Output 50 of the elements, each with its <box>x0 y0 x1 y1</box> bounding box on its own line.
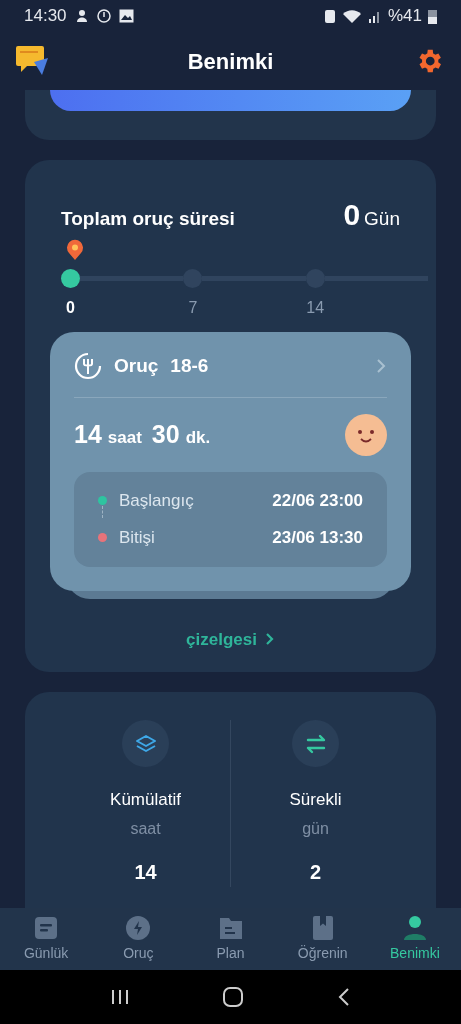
time-label: Bitişi <box>119 527 155 549</box>
stat-label: Kümülatif <box>110 789 181 811</box>
clock-icon <box>96 9 111 23</box>
battery-icon <box>428 8 437 24</box>
hours-value: 14 <box>74 418 102 450</box>
person-icon <box>401 914 428 941</box>
connector-line <box>102 505 103 518</box>
nav-tab[interactable]: Plan <box>184 914 277 964</box>
fast-card[interactable]: Oruç 18-6 14 saat 30 dk. Başlangıç 22/06 23:00 Bitişi 23/06 13:30 <box>50 332 411 591</box>
stat-value: 14 <box>134 859 157 885</box>
smiley-icon <box>345 413 387 456</box>
wifi-icon <box>341 8 362 24</box>
milestone-label: 7 <box>188 298 198 318</box>
bolt-icon <box>125 914 152 941</box>
chat-icon <box>16 46 48 76</box>
nav-tab[interactable]: Günlük <box>0 914 93 964</box>
fast-plan: 18-6 <box>170 354 209 378</box>
milestone-label: 14 <box>306 298 325 318</box>
stat-label: Sürekli <box>289 789 342 811</box>
nav-tab[interactable]: Öğrenin <box>276 914 369 964</box>
milestone-label: 0 <box>66 298 75 318</box>
location-pin-icon <box>66 239 84 261</box>
time-label: Başlangıç <box>119 489 194 512</box>
total-unit: Gün <box>364 207 400 231</box>
image-icon <box>118 9 134 23</box>
recent-apps-icon[interactable] <box>110 988 131 1006</box>
minutes-unit: dk. <box>185 426 211 449</box>
fork-icon <box>74 352 102 381</box>
chevron-right-icon <box>264 632 275 647</box>
nav-tab[interactable]: Benimki <box>368 914 461 964</box>
hours-unit: saat <box>107 426 142 449</box>
stat-unit: gün <box>302 818 329 839</box>
page-title: Benimki <box>187 47 274 76</box>
time-value: 22/06 23:00 <box>272 489 363 512</box>
feedback-button[interactable] <box>16 45 48 77</box>
fast-title: Oruç <box>114 354 159 378</box>
nav-tab[interactable]: Oruç <box>92 914 185 964</box>
time-value: 23/06 13:30 <box>272 527 363 549</box>
status-time: 14:30 <box>24 5 67 28</box>
battery-percent: %41 <box>387 5 422 28</box>
home-icon[interactable] <box>222 986 245 1008</box>
stat-value: 2 <box>309 859 322 885</box>
signal-icon <box>367 9 382 23</box>
stat-unit: saat <box>130 818 161 839</box>
note-icon <box>33 914 60 941</box>
minutes-value: 30 <box>151 418 180 450</box>
total-label: Toplam oruç süresi <box>61 207 235 231</box>
back-icon[interactable] <box>336 987 351 1007</box>
total-value: 0 <box>343 197 361 233</box>
chart-link[interactable]: çizelgesi <box>186 626 275 652</box>
